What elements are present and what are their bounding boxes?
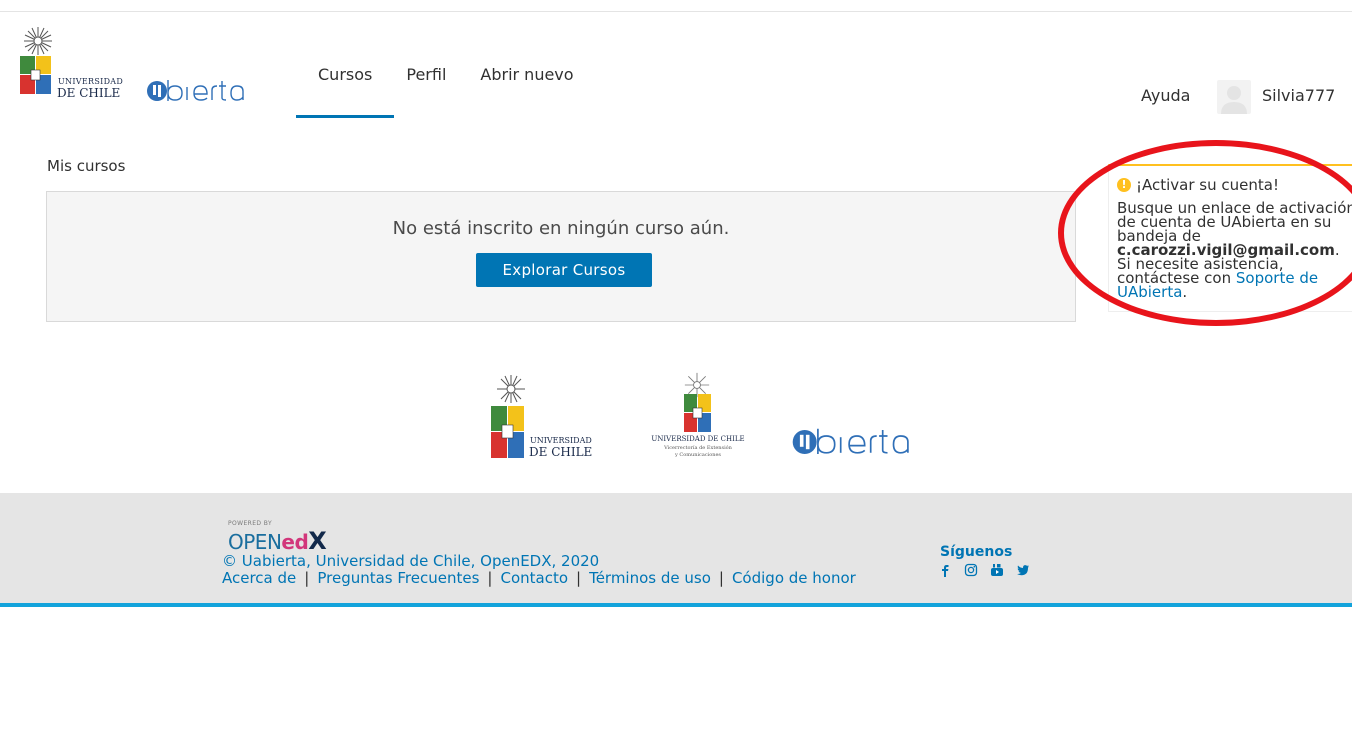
vext-subtitle-2: y Comunicaciones xyxy=(675,452,721,458)
warning-icon: ! xyxy=(1117,178,1131,192)
nav-tab-abrir-nuevo[interactable]: Abrir nuevo xyxy=(468,64,595,118)
notice-title-text: ¡Activar su cuenta! xyxy=(1136,176,1279,194)
powered-by-label: POWERED BY xyxy=(228,520,273,527)
uchile-name-small: UNIVERSIDAD xyxy=(530,436,592,445)
footer-link-faq[interactable]: Preguntas Frecuentes xyxy=(317,569,479,587)
notice-body-text: Busque un enlace de activación de cuenta… xyxy=(1117,199,1352,245)
openedx-logo[interactable]: OPENedX xyxy=(228,527,327,555)
star-emblem-icon xyxy=(497,375,525,403)
help-link[interactable]: Ayuda xyxy=(1141,86,1190,105)
empty-courses-message: No está inscrito en ningún curso aún. xyxy=(392,218,730,239)
openedx-open: OPEN xyxy=(228,530,282,554)
footer-links: Acerca de | Preguntas Frecuentes | Contacto |… xyxy=(222,569,856,587)
university-shield-icon xyxy=(20,56,51,94)
universidad-de-chile-logo[interactable]: UNIVERSIDAD DE CHILE xyxy=(20,26,130,104)
link-separator: | xyxy=(304,569,310,587)
site-header: UNIVERSIDAD DE CHILE Cursos Perfil Abrir… xyxy=(0,12,1352,122)
footer-link-acerca[interactable]: Acerca de xyxy=(222,569,296,587)
partner-logos: UNIVERSIDAD DE CHILE UNIVERSIDAD DE CHIL… xyxy=(0,370,1352,470)
uchile-name-small: UNIVERSIDAD xyxy=(58,77,124,86)
nav-tab-cursos[interactable]: Cursos xyxy=(296,64,395,118)
link-separator: | xyxy=(576,569,582,587)
notice-body-end: . xyxy=(1182,283,1188,301)
notice-body: Busque un enlace de activación de cuenta… xyxy=(1117,199,1352,301)
notice-title: ! ¡Activar su cuenta! xyxy=(1117,176,1279,194)
instagram-icon[interactable] xyxy=(964,563,978,577)
openedx-ed: ed xyxy=(281,530,309,554)
university-shield-icon xyxy=(684,394,711,432)
vext-name: UNIVERSIDAD DE CHILE xyxy=(651,435,745,443)
uabierta-logo[interactable] xyxy=(146,76,256,106)
social-icons xyxy=(938,563,1042,577)
vext-subtitle-1: Vicerrectoría de Extensión xyxy=(664,445,732,451)
footer-link-terminos[interactable]: Términos de uso xyxy=(589,569,711,587)
star-emblem-icon xyxy=(24,27,52,55)
explore-courses-button[interactable]: Explorar Cursos xyxy=(476,253,652,287)
user-avatar[interactable] xyxy=(1217,80,1251,114)
youtube-icon[interactable] xyxy=(990,563,1004,577)
browser-top-edge xyxy=(0,0,1352,12)
uchile-name-big: DE CHILE xyxy=(57,86,121,100)
link-separator: | xyxy=(718,569,724,587)
footer-link-contacto[interactable]: Contacto xyxy=(500,569,568,587)
uabierta-logo[interactable] xyxy=(785,424,930,460)
uchile-name-big: DE CHILE xyxy=(529,445,593,459)
nav-tab-perfil[interactable]: Perfil xyxy=(394,64,468,118)
activate-account-notice: ! ¡Activar su cuenta! Busque un enlace d… xyxy=(1108,164,1352,312)
user-silhouette-icon xyxy=(1221,86,1247,114)
link-separator: | xyxy=(487,569,493,587)
page-title: Mis cursos xyxy=(47,157,126,175)
footer-link-codigo-honor[interactable]: Código de honor xyxy=(732,569,856,587)
site-footer: POWERED BY OPENedX © Uabierta, Universid… xyxy=(0,493,1352,607)
twitter-icon[interactable] xyxy=(1016,563,1030,577)
follow-us-label: Síguenos xyxy=(940,544,1013,560)
main-nav: Cursos Perfil Abrir nuevo xyxy=(296,64,596,118)
username-menu[interactable]: Silvia777 xyxy=(1262,86,1335,105)
copyright-text: © Uabierta, Universidad de Chile, OpenED… xyxy=(222,552,600,570)
footer-uchile-logo[interactable]: UNIVERSIDAD DE CHILE xyxy=(490,374,610,462)
facebook-icon[interactable] xyxy=(938,563,952,577)
empty-courses-panel: No está inscrito en ningún curso aún. Ex… xyxy=(46,191,1076,322)
vicerrectoria-logo[interactable]: UNIVERSIDAD DE CHILE Vicerrectoría de Ex… xyxy=(633,372,763,464)
openedx-x: X xyxy=(308,527,327,555)
university-shield-icon xyxy=(491,406,524,458)
